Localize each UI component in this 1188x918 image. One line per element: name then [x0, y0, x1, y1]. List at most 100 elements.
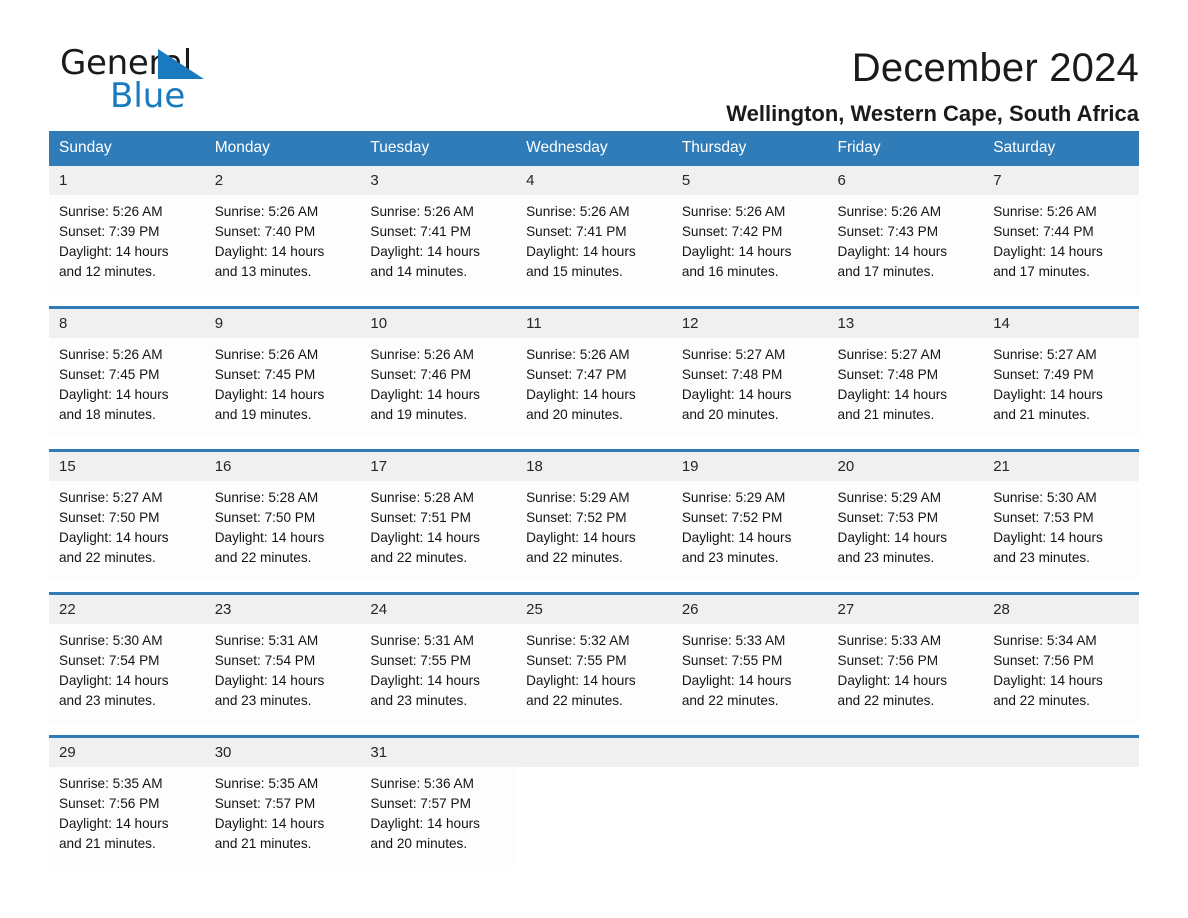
sunrise-text: Sunrise: 5:26 AM: [370, 204, 474, 219]
day-number[interactable]: 2: [204, 166, 361, 195]
day-number[interactable]: 15: [49, 452, 205, 481]
day-cell[interactable]: Sunrise: 5:26 AM Sunset: 7:41 PM Dayligh…: [360, 195, 517, 294]
daylight-text-line1: Daylight: 14 hours: [214, 673, 325, 688]
day-cell[interactable]: Sunrise: 5:35 AM Sunset: 7:57 PM Dayligh…: [204, 767, 361, 866]
day-cell[interactable]: Sunrise: 5:27 AM Sunset: 7:48 PM Dayligh…: [671, 338, 828, 437]
day-cell[interactable]: Sunrise: 5:29 AM Sunset: 7:52 PM Dayligh…: [516, 481, 672, 580]
sunset-text: Sunset: 7:55 PM: [526, 653, 627, 668]
sunset-text: Sunset: 7:56 PM: [837, 653, 939, 668]
day-cell[interactable]: Sunrise: 5:26 AM Sunset: 7:42 PM Dayligh…: [671, 195, 828, 294]
day-cell[interactable]: Sunrise: 5:27 AM Sunset: 7:48 PM Dayligh…: [827, 338, 984, 437]
day-cell[interactable]: Sunrise: 5:34 AM Sunset: 7:56 PM Dayligh…: [983, 624, 1139, 723]
day-cell[interactable]: Sunrise: 5:36 AM Sunset: 7:57 PM Dayligh…: [360, 767, 517, 866]
day-cell[interactable]: Sunrise: 5:33 AM Sunset: 7:55 PM Dayligh…: [671, 624, 828, 723]
day-number[interactable]: 20: [827, 452, 984, 481]
sunset-text: Sunset: 7:51 PM: [370, 510, 471, 525]
sunset-text: Sunset: 7:48 PM: [837, 367, 939, 382]
day-cell[interactable]: Sunrise: 5:26 AM Sunset: 7:45 PM Dayligh…: [49, 338, 205, 437]
daylight-text-line2: and 23 minutes.: [681, 550, 779, 565]
day-number[interactable]: 26: [671, 595, 828, 624]
daylight-text-line1: Daylight: 14 hours: [370, 816, 480, 831]
daylight-text-line1: Daylight: 14 hours: [681, 244, 792, 259]
day-cell[interactable]: Sunrise: 5:26 AM Sunset: 7:40 PM Dayligh…: [204, 195, 361, 294]
day-number[interactable]: 18: [516, 452, 672, 481]
day-cell[interactable]: Sunrise: 5:28 AM Sunset: 7:51 PM Dayligh…: [360, 481, 517, 580]
day-cell[interactable]: Sunrise: 5:27 AM Sunset: 7:50 PM Dayligh…: [49, 481, 205, 580]
daylight-text-line1: Daylight: 14 hours: [59, 816, 169, 831]
daylight-text-line1: Daylight: 14 hours: [59, 673, 169, 688]
date-number-row: 22 23 24 25 26 27 28: [49, 595, 1139, 624]
day-cell[interactable]: Sunrise: 5:31 AM Sunset: 7:54 PM Dayligh…: [204, 624, 361, 723]
day-number[interactable]: 3: [360, 166, 517, 195]
day-cell[interactable]: Sunrise: 5:35 AM Sunset: 7:56 PM Dayligh…: [49, 767, 205, 866]
day-number[interactable]: 22: [49, 595, 205, 624]
day-cell[interactable]: Sunrise: 5:27 AM Sunset: 7:49 PM Dayligh…: [983, 338, 1139, 437]
daylight-text-line1: Daylight: 14 hours: [993, 530, 1103, 545]
day-cell[interactable]: Sunrise: 5:28 AM Sunset: 7:50 PM Dayligh…: [204, 481, 361, 580]
day-cell[interactable]: Sunrise: 5:26 AM Sunset: 7:39 PM Dayligh…: [49, 195, 205, 294]
daylight-text-line2: and 23 minutes.: [59, 693, 156, 708]
day-number[interactable]: 25: [516, 595, 672, 624]
daylight-text-line2: and 22 minutes.: [837, 693, 935, 708]
weekday-header-friday: Friday: [827, 131, 984, 166]
day-detail-row: Sunrise: 5:26 AM Sunset: 7:39 PM Dayligh…: [49, 195, 1139, 294]
day-number[interactable]: 13: [827, 309, 984, 338]
day-cell[interactable]: Sunrise: 5:32 AM Sunset: 7:55 PM Dayligh…: [516, 624, 672, 723]
sunrise-text: Sunrise: 5:29 AM: [837, 490, 942, 505]
day-number[interactable]: 16: [204, 452, 361, 481]
calendar-page: General Blue December 2024 Wellington, W…: [0, 0, 1188, 918]
day-number[interactable]: 17: [360, 452, 517, 481]
day-cell[interactable]: Sunrise: 5:26 AM Sunset: 7:47 PM Dayligh…: [516, 338, 672, 437]
day-number[interactable]: 11: [516, 309, 672, 338]
day-cell[interactable]: Sunrise: 5:29 AM Sunset: 7:52 PM Dayligh…: [671, 481, 828, 580]
day-number[interactable]: 30: [204, 738, 361, 767]
day-number[interactable]: 28: [983, 595, 1139, 624]
sunset-text: Sunset: 7:53 PM: [993, 510, 1094, 525]
day-cell[interactable]: Sunrise: 5:26 AM Sunset: 7:44 PM Dayligh…: [983, 195, 1139, 294]
day-cell[interactable]: Sunrise: 5:29 AM Sunset: 7:53 PM Dayligh…: [827, 481, 984, 580]
logo-text-blue: Blue: [110, 76, 186, 116]
daylight-text-line2: and 20 minutes.: [370, 836, 468, 851]
day-number[interactable]: 7: [983, 166, 1139, 195]
day-number[interactable]: 10: [360, 309, 517, 338]
day-number[interactable]: 9: [204, 309, 361, 338]
day-cell[interactable]: Sunrise: 5:26 AM Sunset: 7:45 PM Dayligh…: [204, 338, 361, 437]
daylight-text-line1: Daylight: 14 hours: [370, 244, 480, 259]
day-number[interactable]: 29: [49, 738, 205, 767]
daylight-text-line1: Daylight: 14 hours: [837, 244, 948, 259]
day-number[interactable]: 5: [671, 166, 828, 195]
day-cell[interactable]: Sunrise: 5:30 AM Sunset: 7:54 PM Dayligh…: [49, 624, 205, 723]
day-number[interactable]: 4: [516, 166, 672, 195]
sunrise-text: Sunrise: 5:27 AM: [59, 490, 163, 505]
day-number[interactable]: 24: [360, 595, 517, 624]
day-number[interactable]: 27: [827, 595, 984, 624]
day-number[interactable]: 12: [671, 309, 828, 338]
day-number[interactable]: 23: [204, 595, 361, 624]
day-cell[interactable]: Sunrise: 5:33 AM Sunset: 7:56 PM Dayligh…: [827, 624, 984, 723]
daylight-text-line2: and 20 minutes.: [681, 407, 779, 422]
sunset-text: Sunset: 7:57 PM: [370, 796, 471, 811]
sunrise-sunset-calendar: Sunday Monday Tuesday Wednesday Thursday…: [49, 131, 1139, 866]
sunset-text: Sunset: 7:55 PM: [370, 653, 471, 668]
sunset-text: Sunset: 7:40 PM: [214, 224, 316, 239]
daylight-text-line2: and 22 minutes.: [526, 550, 623, 565]
day-number[interactable]: 19: [671, 452, 828, 481]
daylight-text-line2: and 23 minutes.: [993, 550, 1090, 565]
day-number[interactable]: 14: [983, 309, 1139, 338]
day-cell[interactable]: Sunrise: 5:31 AM Sunset: 7:55 PM Dayligh…: [360, 624, 517, 723]
daylight-text-line1: Daylight: 14 hours: [214, 244, 325, 259]
day-cell[interactable]: Sunrise: 5:26 AM Sunset: 7:46 PM Dayligh…: [360, 338, 517, 437]
day-number[interactable]: 21: [983, 452, 1139, 481]
day-cell[interactable]: Sunrise: 5:30 AM Sunset: 7:53 PM Dayligh…: [983, 481, 1139, 580]
day-cell[interactable]: Sunrise: 5:26 AM Sunset: 7:41 PM Dayligh…: [516, 195, 672, 294]
day-number[interactable]: 6: [827, 166, 984, 195]
sunrise-text: Sunrise: 5:35 AM: [59, 776, 163, 791]
daylight-text-line1: Daylight: 14 hours: [214, 387, 325, 402]
day-number[interactable]: 1: [49, 166, 205, 195]
daylight-text-line2: and 22 minutes.: [370, 550, 468, 565]
day-cell[interactable]: Sunrise: 5:26 AM Sunset: 7:43 PM Dayligh…: [827, 195, 984, 294]
sunset-text: Sunset: 7:45 PM: [214, 367, 316, 382]
day-number[interactable]: 8: [49, 309, 205, 338]
day-number[interactable]: 31: [360, 738, 517, 767]
sunset-text: Sunset: 7:50 PM: [214, 510, 316, 525]
